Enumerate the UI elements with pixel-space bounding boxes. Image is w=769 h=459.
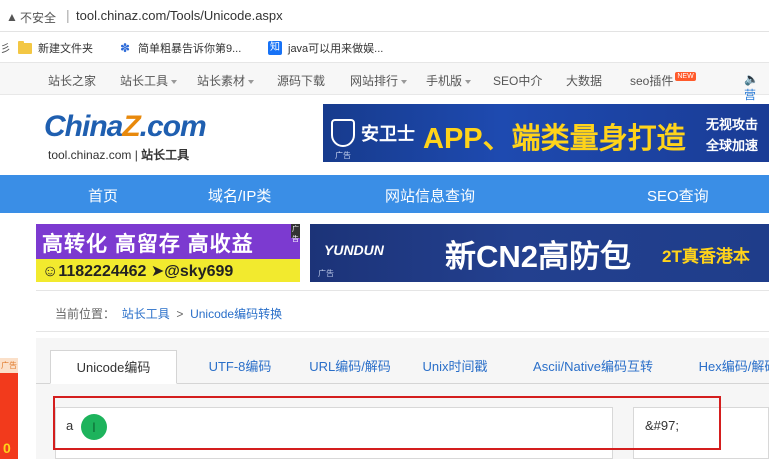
ad-right-text: 2T真香港本 [662,247,750,266]
ad-headline: 新CN2高防包 [445,239,632,274]
bookmark-label: java可以用来做娱... [288,43,384,55]
tab-unix-time[interactable]: Unix时间戳 [414,350,496,384]
mainnav-item-site-info[interactable]: 网站信息查询 [385,185,475,206]
folder-icon [18,40,32,54]
speaker-icon[interactable]: 🔈营 [744,72,769,103]
ad-label: 广告 [0,358,18,373]
ad-slogan: APP、端类量身打造 [423,123,686,155]
warning-triangle-icon: ▲ [6,10,18,24]
breadcrumb-sep: > [176,307,184,321]
bookmark-label: 新建文件夹 [38,43,93,55]
bookmark-new-folder[interactable]: 新建文件夹 [18,40,93,56]
breadcrumb-link-current[interactable]: Unicode编码转换 [190,307,282,321]
bookmark-edge: 彡 [0,43,11,55]
topnav-item-seo-agent[interactable]: SEO中介 [493,72,542,89]
chevron-down-icon [171,79,178,84]
logo-wordmark: ChinaZ.com [44,110,207,143]
banner-ad-promo[interactable]: 高转化 高留存 高收益 ☺1182224462 ➤@sky699 广告 [36,224,300,282]
ad-corner-label: 广告 [291,224,300,243]
breadcrumb-prefix: 当前位置： [55,307,116,321]
ad-right-line2: 全球加速 [706,138,759,153]
banner-ad-yundun[interactable]: YUNDUN 新CN2高防包 2T真香港本 广告 [310,224,769,282]
site-top-nav: 站长之家 站长工具 站长素材 源码下载 网站排行 手机版 SEO中介 大数据 s… [0,63,769,102]
topnav-item-tools[interactable]: 站长工具 [120,72,178,89]
mainnav-item-domain-ip[interactable]: 域名/IP类 [208,185,271,206]
topnav-item-seo-plugin[interactable]: seo插件 NEW [630,72,696,89]
chevron-down-icon [401,79,408,84]
topnav-item-bigdata[interactable]: 大数据 [566,72,602,89]
main-nav: 首页 域名/IP类 网站信息查询 SEO查询 [0,175,769,213]
zhihu-icon: 知 [268,41,282,55]
topnav-item-materials[interactable]: 站长素材 [197,72,255,89]
breadcrumb-link-tools[interactable]: 站长工具 [122,307,170,321]
address-bar[interactable]: ▲ 不安全 | tool.chinaz.com/Tools/Unicode.as… [0,0,769,32]
topnav-item-zhanzhang-home[interactable]: 站长之家 [48,72,96,89]
url-text[interactable]: tool.chinaz.com/Tools/Unicode.aspx [76,8,283,23]
topnav-item-rank[interactable]: 网站排行 [350,72,408,89]
chevron-down-icon [248,79,255,84]
banner-ad-security[interactable]: 安卫士 APP、端类量身打造 无视攻击 全球加速 广告 [323,104,769,162]
mainnav-item-seo[interactable]: SEO查询 [647,185,709,206]
highlight-box [53,396,721,450]
security-status[interactable]: 不安全 [20,9,56,26]
bookmark-zhihu[interactable]: 知 java可以用来做娱... [268,40,383,56]
logo-subtitle: tool.chinaz.com | 站长工具 [48,148,190,162]
breadcrumb: 当前位置： 站长工具 > Unicode编码转换 [36,290,769,332]
new-badge: NEW [675,72,696,81]
breadcrumb-text: 当前位置： 站长工具 > Unicode编码转换 [55,305,282,322]
ad-headline: 高转化 高留存 高收益 [42,233,254,256]
address-separator: | [66,7,70,23]
site-logo[interactable]: ChinaZ.com tool.chinaz.com | 站长工具 [44,110,207,162]
mainnav-item-home[interactable]: 首页 [88,185,118,206]
tab-ascii-native[interactable]: Ascii/Native编码互转 [523,350,663,384]
bookmark-article[interactable]: ✽ 简单粗暴告诉你第9... [118,40,241,56]
ad-contact: ☺1182224462 ➤@sky699 [42,263,234,280]
ad-label: 广告 [318,269,334,278]
topnav-item-mobile[interactable]: 手机版 [426,72,472,89]
ad-right-line1: 无视攻击 [706,117,759,132]
yundun-logo: YUNDUN [324,242,384,258]
tab-url[interactable]: URL编码/解码 [298,350,402,384]
side-ad[interactable]: 广告 0 [0,358,18,459]
shield-icon [331,119,355,147]
tool-tabs: Unicode编码 UTF-8编码 URL编码/解码 Unix时间戳 Ascii… [36,350,769,384]
bookmark-label: 简单粗暴告诉你第9... [138,43,242,55]
chevron-down-icon [465,79,472,84]
ad-label: 广告 [335,151,351,160]
tab-utf8[interactable]: UTF-8编码 [196,350,284,384]
ad-brand: 安卫士 [361,124,415,144]
tab-unicode[interactable]: Unicode编码 [50,350,177,384]
bookmarks-bar: 彡 新建文件夹 ✽ 简单粗暴告诉你第9... 知 java可以用来做娱... [0,32,769,63]
paw-icon: ✽ [119,41,131,55]
side-ad-glyph: 0 [3,440,11,456]
tab-hex[interactable]: Hex编码/解码 [688,350,769,384]
topnav-item-source[interactable]: 源码下载 [277,72,325,89]
